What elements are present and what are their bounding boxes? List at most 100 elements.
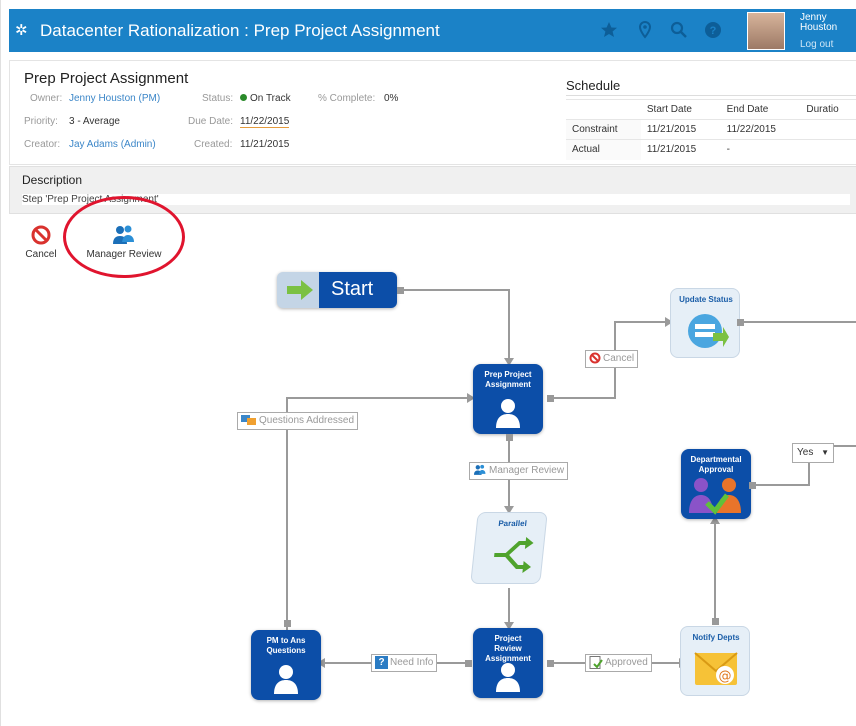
approved-label: Approved xyxy=(605,657,648,668)
connector-handle[interactable] xyxy=(397,287,404,294)
connector-handle[interactable] xyxy=(284,620,291,627)
start-node[interactable]: Start xyxy=(277,272,397,308)
due-date-value[interactable]: 11/22/2015 xyxy=(240,116,290,128)
creator-label: Creator: xyxy=(24,139,61,150)
prep-project-node[interactable]: Prep Project Assignment xyxy=(473,364,543,434)
chevron-down-icon: ▼ xyxy=(821,448,829,457)
description-heading: Description xyxy=(22,173,83,187)
status-label: Status: xyxy=(202,93,234,104)
notify-depts-label: Notify Depts xyxy=(692,633,740,642)
split-arrows-icon xyxy=(494,537,534,573)
connector-handle[interactable] xyxy=(547,395,554,402)
schedule-col-blank xyxy=(566,99,641,120)
map-pin-icon[interactable] xyxy=(635,20,655,40)
connector-handle[interactable] xyxy=(547,660,554,667)
owner-link[interactable]: Jenny Houston (PM) xyxy=(69,93,160,104)
schedule-cell: 11/21/2015 xyxy=(640,139,721,160)
help-icon[interactable]: ? xyxy=(703,20,723,40)
connector-handle[interactable] xyxy=(506,434,513,441)
notify-depts-node[interactable]: Notify Depts @ xyxy=(680,626,750,696)
parallel-label: Parallel xyxy=(497,519,528,528)
manager-review-transition[interactable]: Manager Review xyxy=(469,462,569,480)
pm-answer-questions-label: PM to Ans Questions xyxy=(266,636,306,655)
schedule-cell xyxy=(800,139,856,160)
owner-label: Owner: xyxy=(30,93,63,104)
person-icon xyxy=(496,399,520,428)
questions-addressed-label: Questions Addressed xyxy=(259,415,355,426)
parallel-node[interactable]: Parallel xyxy=(470,512,548,584)
schedule-col-duration: Duratio xyxy=(800,99,856,120)
schedule-row-label: Constraint xyxy=(566,119,641,140)
workflow-diagram: Start Update Status Prep Project Assignme… xyxy=(229,266,856,726)
update-status-icon xyxy=(688,314,729,348)
logout-link[interactable]: Log out xyxy=(800,39,833,50)
user-name: Jenny Houston xyxy=(800,12,838,33)
schedule-cell: 11/22/2015 xyxy=(720,119,801,140)
departmental-approval-label: Departmental Approval xyxy=(690,455,742,474)
cancel-button[interactable]: Cancel xyxy=(19,224,63,260)
person-icon xyxy=(274,665,298,694)
email-icon: @ xyxy=(694,652,738,685)
connector-handle[interactable] xyxy=(737,319,744,326)
decision-select[interactable]: Yes ▼ xyxy=(792,443,834,463)
document-check-icon xyxy=(589,655,603,669)
chat-icon xyxy=(241,415,256,426)
start-label: Start xyxy=(331,278,374,300)
cancel-icon xyxy=(31,225,51,245)
complete-value: 0% xyxy=(384,93,399,104)
prep-project-label: Prep Project Assignment xyxy=(484,370,532,389)
connector-handle[interactable] xyxy=(712,618,719,625)
arrow-right-icon xyxy=(287,280,313,300)
schedule-cell xyxy=(800,119,856,140)
schedule-col-start: Start Date xyxy=(640,99,721,120)
priority-value: 3 - Average xyxy=(69,116,120,127)
page-title: Datacenter Rationalization : Prep Projec… xyxy=(40,21,440,40)
schedule-table: Start Date End Date Duratio Constraint 1… xyxy=(566,99,856,160)
departmental-approval-node[interactable]: Departmental Approval xyxy=(681,449,751,519)
table-row: Actual 11/21/2015 - xyxy=(566,139,856,160)
step-info-panel: Prep Project Assignment Owner: Jenny Hou… xyxy=(9,60,856,165)
schedule-panel: Schedule Start Date End Date Duratio Con… xyxy=(566,75,856,160)
decision-select-value: Yes xyxy=(797,447,814,458)
created-value: 11/21/2015 xyxy=(240,139,290,150)
schedule-col-end: End Date xyxy=(720,99,801,120)
update-status-label: Update Status xyxy=(679,295,733,304)
cancel-icon xyxy=(589,352,601,364)
highlight-circle xyxy=(63,196,185,278)
complete-label: % Complete: xyxy=(318,93,376,104)
svg-text:?: ? xyxy=(710,25,717,37)
need-info-label: Need Info xyxy=(390,657,434,668)
status-value: On Track xyxy=(240,93,291,104)
schedule-cell: 11/21/2015 xyxy=(640,119,721,140)
person-icon xyxy=(496,663,520,692)
update-status-node[interactable]: Update Status xyxy=(670,288,740,358)
svg-text:@: @ xyxy=(719,669,732,684)
due-date-label: Due Date: xyxy=(188,116,234,127)
team-approval-icon xyxy=(689,478,741,515)
cancel-transition[interactable]: Cancel xyxy=(585,350,639,368)
step-heading: Prep Project Assignment xyxy=(24,70,189,87)
need-info-transition[interactable]: ? Need Info xyxy=(371,654,438,672)
created-label: Created: xyxy=(194,139,233,150)
cancel-label: Cancel xyxy=(25,249,57,260)
search-icon[interactable] xyxy=(669,20,689,40)
approved-transition[interactable]: Approved xyxy=(585,654,652,672)
priority-label: Priority: xyxy=(24,116,58,127)
schedule-title: Schedule xyxy=(566,78,856,96)
project-review-node[interactable]: Project Review Assignment xyxy=(473,628,543,698)
star-icon[interactable] xyxy=(599,20,619,40)
status-dot-icon xyxy=(240,94,247,101)
connector-handle[interactable] xyxy=(749,482,756,489)
questions-addressed-transition[interactable]: Questions Addressed xyxy=(237,412,359,430)
manager-review-transition-label: Manager Review xyxy=(489,465,565,476)
avatar[interactable] xyxy=(747,12,785,50)
creator-link[interactable]: Jay Adams (Admin) xyxy=(69,139,156,150)
gear-icon[interactable]: ✲ xyxy=(15,21,28,39)
schedule-row-label: Actual xyxy=(566,139,641,160)
schedule-cell: - xyxy=(720,139,801,160)
header-bar: ✲ Datacenter Rationalization : Prep Proj… xyxy=(9,9,856,52)
people-icon xyxy=(474,465,486,476)
connector-handle[interactable] xyxy=(465,660,472,667)
pm-answer-questions-node[interactable]: PM to Ans Questions xyxy=(251,630,321,700)
question-icon: ? xyxy=(375,655,388,669)
